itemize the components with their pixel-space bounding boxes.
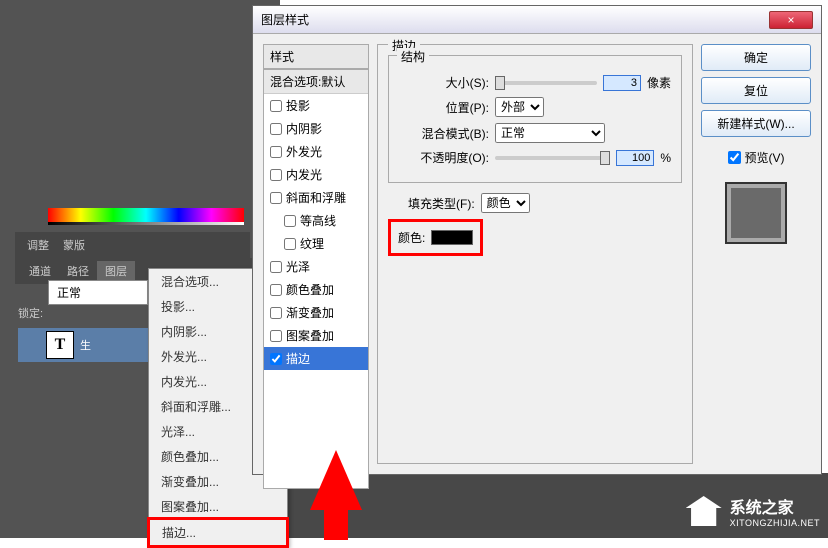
chk-stroke[interactable] xyxy=(270,353,282,365)
color-swatch[interactable] xyxy=(431,230,473,245)
size-unit: 像素 xyxy=(647,74,671,91)
watermark-cn: 系统之家 xyxy=(730,494,820,518)
style-satin[interactable]: 光泽 xyxy=(264,255,368,278)
annotation-arrow-stem xyxy=(324,500,348,540)
dialog-titlebar[interactable]: 图层样式 × xyxy=(253,6,821,34)
position-select[interactable]: 外部 xyxy=(495,97,544,117)
ok-button[interactable]: 确定 xyxy=(701,44,811,71)
style-gradient-overlay[interactable]: 渐变叠加 xyxy=(264,301,368,324)
chk-inner-shadow[interactable] xyxy=(270,123,282,135)
layer-style-dialog: 图层样式 × 样式 混合选项:默认 投影 内阴影 外发光 内发光 斜面和浮雕 等… xyxy=(252,5,822,475)
dialog-title: 图层样式 xyxy=(261,11,769,28)
watermark-en: XITONGZHIJIA.NET xyxy=(730,518,820,528)
preview-swatch xyxy=(725,182,787,244)
opacity-label: 不透明度(O): xyxy=(399,149,489,166)
watermark-logo-icon xyxy=(686,496,722,526)
chk-satin[interactable] xyxy=(270,261,282,273)
tab-channels[interactable]: 通道 xyxy=(21,261,59,281)
chk-inner-glow[interactable] xyxy=(270,169,282,181)
opacity-input[interactable] xyxy=(616,150,654,166)
preview-row: 预览(V) xyxy=(701,149,811,166)
highlight-color-box: 颜色: xyxy=(388,219,483,256)
preview-label: 预览(V) xyxy=(745,149,785,166)
chk-color-overlay[interactable] xyxy=(270,284,282,296)
chk-pattern-overlay[interactable] xyxy=(270,330,282,342)
close-button[interactable]: × xyxy=(769,11,813,29)
menu-stroke[interactable]: 描边... xyxy=(150,520,286,545)
style-inner-glow[interactable]: 内发光 xyxy=(264,163,368,186)
watermark: 系统之家 XITONGZHIJIA.NET xyxy=(686,494,820,528)
style-contour[interactable]: 等高线 xyxy=(264,209,368,232)
settings-panel: 描边 结构 大小(S): 像素 位置(P): 外部 混合模式(B): 正常 xyxy=(377,44,693,464)
position-label: 位置(P): xyxy=(399,99,489,116)
panel-tabs-adjust: 调整 蒙版 xyxy=(15,232,250,258)
style-color-overlay[interactable]: 颜色叠加 xyxy=(264,278,368,301)
fill-type-select[interactable]: 颜色 xyxy=(481,193,530,213)
layer-name: 生 xyxy=(80,337,91,353)
chk-gradient-overlay[interactable] xyxy=(270,307,282,319)
style-default[interactable]: 混合选项:默认 xyxy=(264,70,368,94)
chk-drop-shadow[interactable] xyxy=(270,100,282,112)
style-drop-shadow[interactable]: 投影 xyxy=(264,94,368,117)
color-spectrum[interactable] xyxy=(48,208,244,222)
color-label: 颜色: xyxy=(398,229,425,246)
style-inner-shadow[interactable]: 内阴影 xyxy=(264,117,368,140)
blend-label: 混合模式(B): xyxy=(399,125,489,142)
structure-group: 结构 大小(S): 像素 位置(P): 外部 混合模式(B): 正常 不透明度(… xyxy=(388,55,682,183)
style-stroke[interactable]: 描边 xyxy=(264,347,368,370)
cancel-button[interactable]: 复位 xyxy=(701,77,811,104)
chk-contour[interactable] xyxy=(284,215,296,227)
tab-mask[interactable]: 蒙版 xyxy=(57,235,91,255)
blend-mode-select[interactable]: 正常 xyxy=(48,280,148,305)
layer-row[interactable]: T 生 xyxy=(18,328,148,362)
fill-type-label: 填充类型(F): xyxy=(408,195,475,212)
size-input[interactable] xyxy=(603,75,641,91)
styles-list: 样式 混合选项:默认 投影 内阴影 外发光 内发光 斜面和浮雕 等高线 纹理 光… xyxy=(263,44,369,464)
size-slider[interactable] xyxy=(495,81,597,85)
color-gradient[interactable] xyxy=(48,222,244,225)
chk-bevel[interactable] xyxy=(270,192,282,204)
tab-adjust[interactable]: 调整 xyxy=(21,235,55,255)
lock-label: 锁定: xyxy=(18,305,43,321)
style-pattern-overlay[interactable]: 图案叠加 xyxy=(264,324,368,347)
style-bevel[interactable]: 斜面和浮雕 xyxy=(264,186,368,209)
layer-thumbnail: T xyxy=(46,331,74,359)
tab-paths[interactable]: 路径 xyxy=(59,261,97,281)
opacity-unit: % xyxy=(660,151,671,165)
size-label: 大小(S): xyxy=(399,74,489,91)
style-texture[interactable]: 纹理 xyxy=(264,232,368,255)
style-outer-glow[interactable]: 外发光 xyxy=(264,140,368,163)
preview-checkbox[interactable] xyxy=(728,151,741,164)
menu-pattern-overlay[interactable]: 图案叠加... xyxy=(149,494,287,519)
styles-header[interactable]: 样式 xyxy=(263,44,369,69)
opacity-slider[interactable] xyxy=(495,156,610,160)
chk-outer-glow[interactable] xyxy=(270,146,282,158)
new-style-button[interactable]: 新建样式(W)... xyxy=(701,110,811,137)
blend-select[interactable]: 正常 xyxy=(495,123,605,143)
dialog-buttons: 确定 复位 新建样式(W)... 预览(V) xyxy=(701,44,811,464)
tab-layers[interactable]: 图层 xyxy=(97,261,135,281)
chk-texture[interactable] xyxy=(284,238,296,250)
structure-title: 结构 xyxy=(397,48,429,65)
